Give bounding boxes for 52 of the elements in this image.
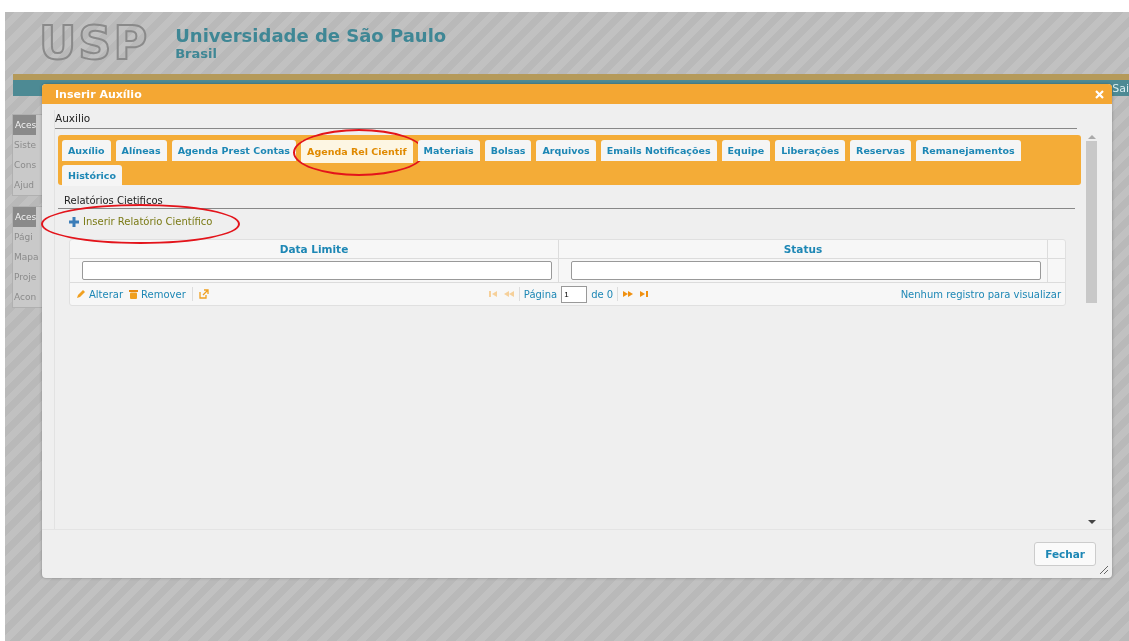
tab[interactable]: Reservas bbox=[850, 140, 911, 161]
first-page-button[interactable] bbox=[486, 290, 499, 298]
sidebar-item[interactable]: Pági bbox=[13, 227, 33, 247]
column-header[interactable]: Data Limite bbox=[70, 240, 559, 258]
sidebar-header: Aces bbox=[13, 115, 37, 135]
tab[interactable]: Histórico bbox=[62, 165, 123, 186]
external-link-icon bbox=[198, 289, 209, 299]
close-dialog-button[interactable]: Fechar bbox=[1034, 542, 1096, 566]
tab[interactable]: Equipe bbox=[721, 140, 771, 161]
trash-icon bbox=[129, 289, 139, 299]
filter-field[interactable] bbox=[82, 261, 552, 280]
section-title: Auxilio bbox=[55, 110, 1077, 129]
tab[interactable]: Agenda Prest Contas bbox=[171, 140, 297, 161]
tab[interactable]: Arquivos bbox=[536, 140, 596, 161]
university-name: Universidade de São Paulo bbox=[175, 25, 447, 46]
pencil-icon bbox=[76, 289, 86, 299]
scroll-up-icon[interactable] bbox=[1087, 134, 1096, 139]
tab[interactable]: Emails Notificações bbox=[600, 140, 717, 161]
column-header[interactable]: Status bbox=[559, 240, 1048, 258]
edit-button[interactable]: Alterar bbox=[76, 288, 124, 300]
subsection-title: Relatórios Cietificos bbox=[58, 185, 1075, 209]
scroll-down-icon[interactable] bbox=[1087, 520, 1096, 525]
page-label: Página bbox=[523, 288, 558, 300]
country-name: Brasil bbox=[175, 46, 218, 61]
remove-button[interactable]: Remover bbox=[129, 288, 186, 300]
resize-grip-icon[interactable] bbox=[1099, 565, 1109, 575]
sidebar-item[interactable]: Mapa bbox=[13, 247, 39, 267]
previous-page-button[interactable] bbox=[502, 290, 515, 298]
tab[interactable]: Auxílio bbox=[62, 140, 111, 161]
dialog-title: Inserir Auxílio bbox=[55, 87, 142, 101]
sidebar-item[interactable]: Acon bbox=[13, 287, 37, 307]
tab[interactable]: Alíneas bbox=[115, 140, 167, 161]
page-number-field[interactable]: 1 bbox=[561, 285, 588, 303]
tab[interactable]: Liberações bbox=[775, 140, 846, 161]
nav-link[interactable]: Sai bbox=[1112, 81, 1129, 95]
last-page-button[interactable] bbox=[638, 290, 651, 298]
tab[interactable]: Agenda Rel Cientif bbox=[301, 140, 413, 163]
insert-report-link[interactable]: Inserir Relatório Científico bbox=[83, 216, 213, 227]
page-count: de 0 bbox=[591, 288, 614, 300]
empty-message: Nenhum registro para visualizar bbox=[899, 288, 1061, 300]
tab[interactable]: Bolsas bbox=[484, 140, 532, 161]
tab[interactable]: Remanejamentos bbox=[915, 140, 1021, 161]
sidebar-header: Aces bbox=[13, 207, 37, 227]
close-button[interactable] bbox=[1095, 89, 1104, 99]
sidebar-item[interactable]: Ajud bbox=[13, 175, 35, 195]
plus-icon bbox=[69, 216, 79, 227]
sidebar-item[interactable]: Siste bbox=[13, 135, 36, 155]
next-page-button[interactable] bbox=[622, 290, 635, 298]
export-button[interactable] bbox=[198, 289, 209, 299]
filter-field[interactable] bbox=[571, 261, 1041, 280]
tab[interactable]: Materiais bbox=[417, 140, 480, 161]
sidebar-item[interactable]: Proje bbox=[13, 267, 37, 287]
